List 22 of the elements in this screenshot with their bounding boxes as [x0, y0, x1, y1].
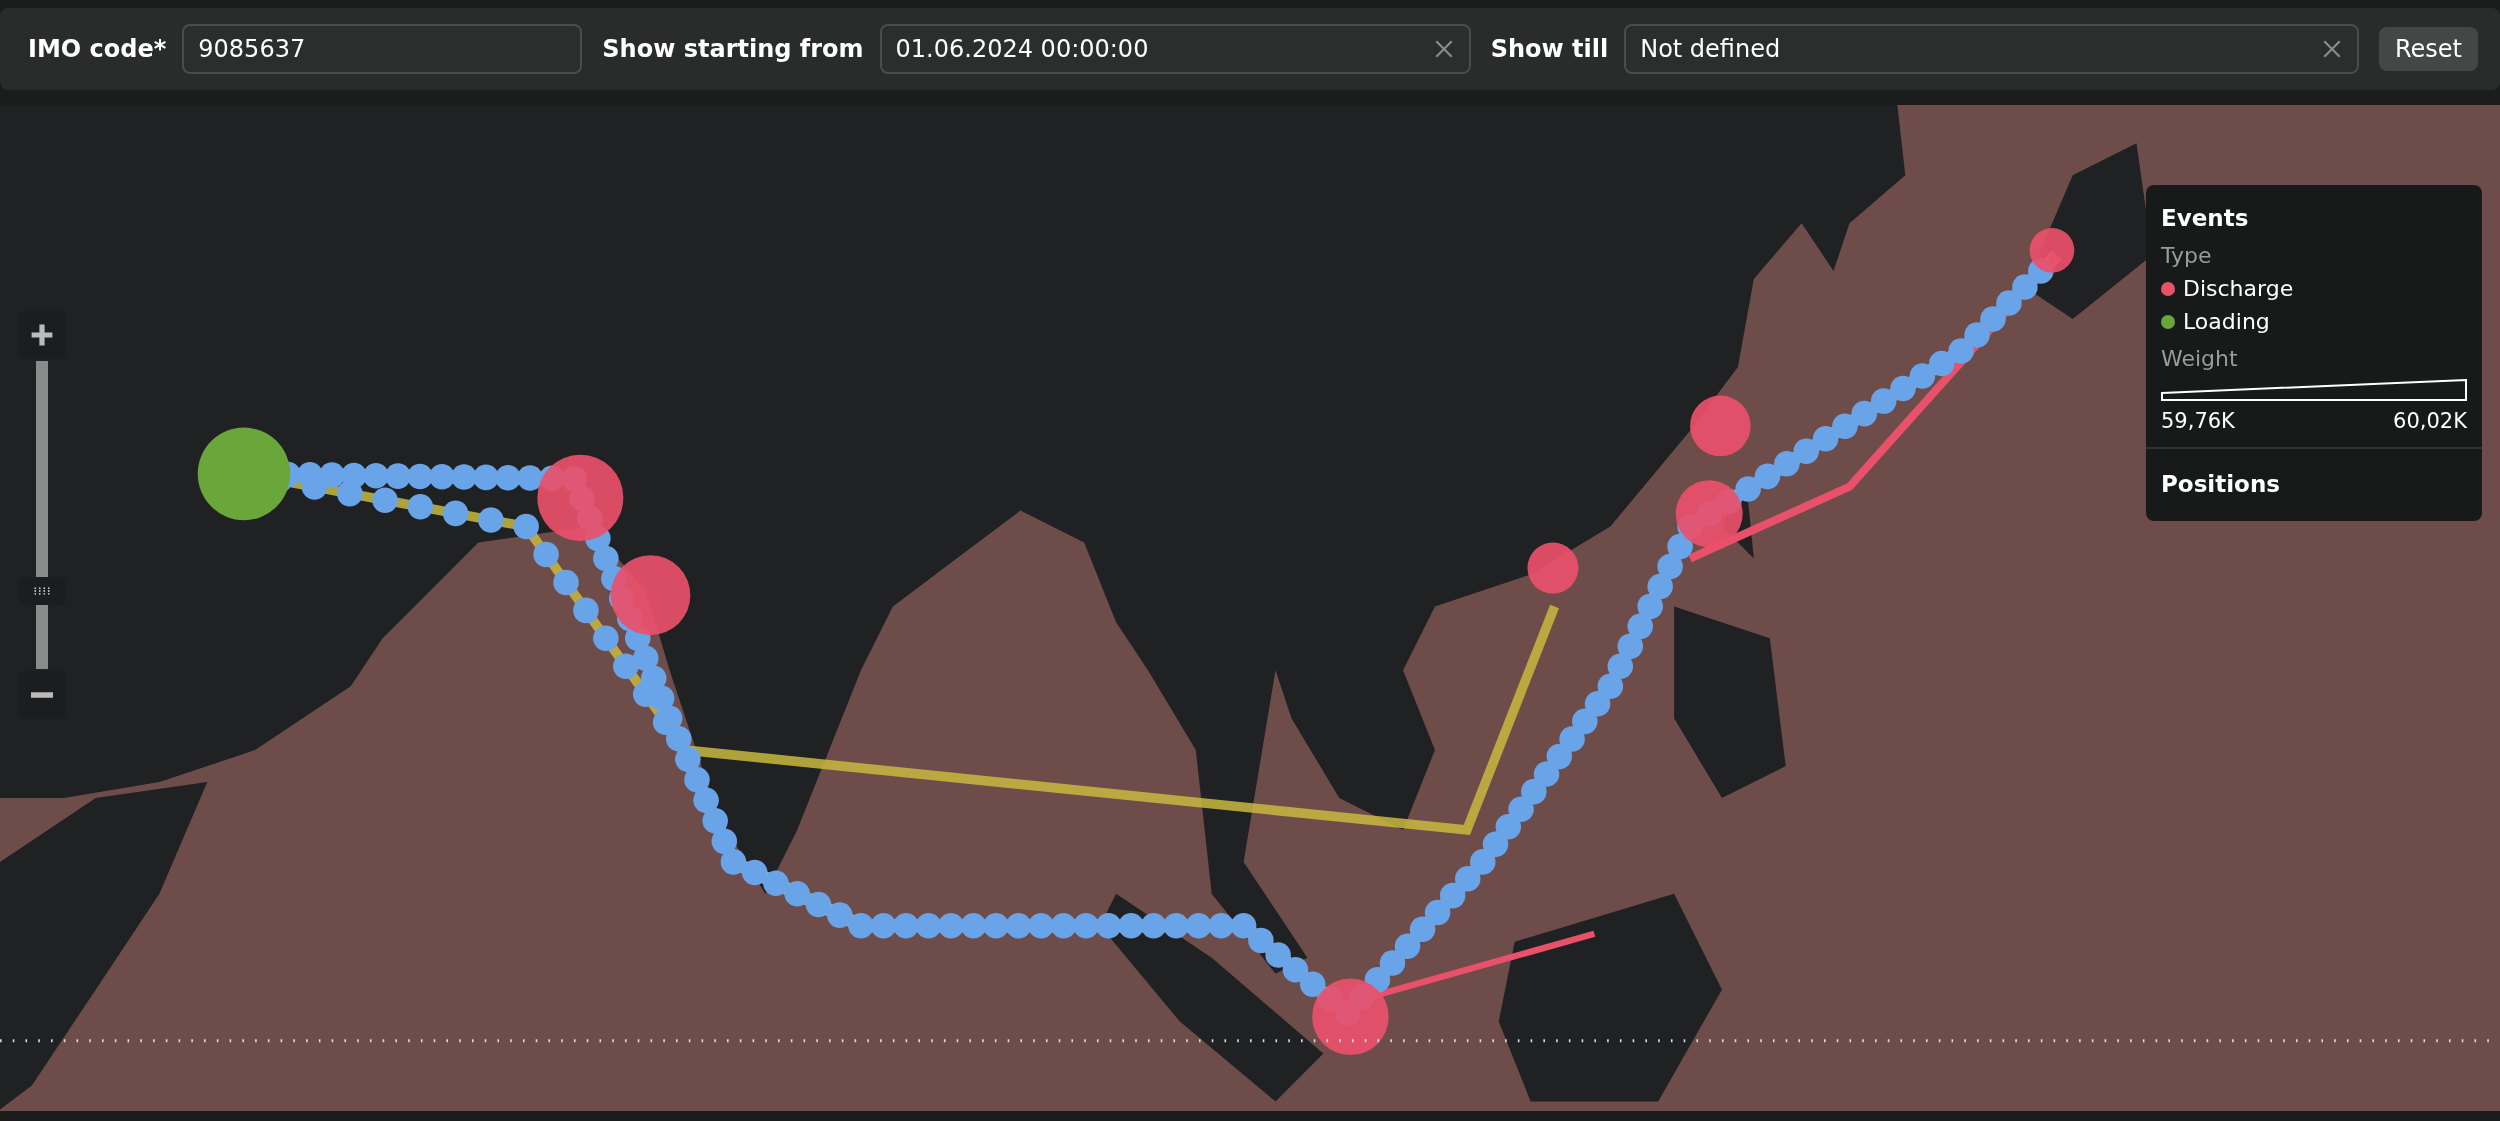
minus-icon — [31, 692, 53, 698]
input-field[interactable]: 01.06.2024 00:00:00 — [879, 24, 1471, 74]
legend-heading: Weight — [2161, 346, 2239, 371]
slider-thumb[interactable] — [18, 576, 66, 605]
reset-button[interactable]: Reset — [2378, 27, 2478, 71]
legend-section-title[interactable]: Positions — [2146, 449, 2482, 521]
filter-label: IMO code* — [28, 35, 167, 63]
input-field[interactable]: 9085637 — [182, 24, 583, 74]
filter-label: Show till — [1490, 35, 1609, 63]
zoom-out-button[interactable] — [18, 671, 66, 719]
weight-scale-icon — [2161, 379, 2467, 401]
grip-icon — [33, 585, 51, 596]
zoom-in-button[interactable] — [18, 311, 66, 359]
legend-heading: Type — [2161, 243, 2213, 268]
plus-icon — [29, 322, 55, 348]
legend-title: Events — [2161, 205, 2250, 231]
filter-label: Show starting from — [602, 35, 864, 63]
weight-max: 60,02K — [2393, 409, 2467, 433]
legend-label: Discharge — [2183, 276, 2294, 301]
weight-min: 59,76K — [2161, 409, 2235, 433]
legend-label: Loading — [2183, 309, 2270, 334]
input-field[interactable]: Not defined — [1624, 24, 2359, 74]
